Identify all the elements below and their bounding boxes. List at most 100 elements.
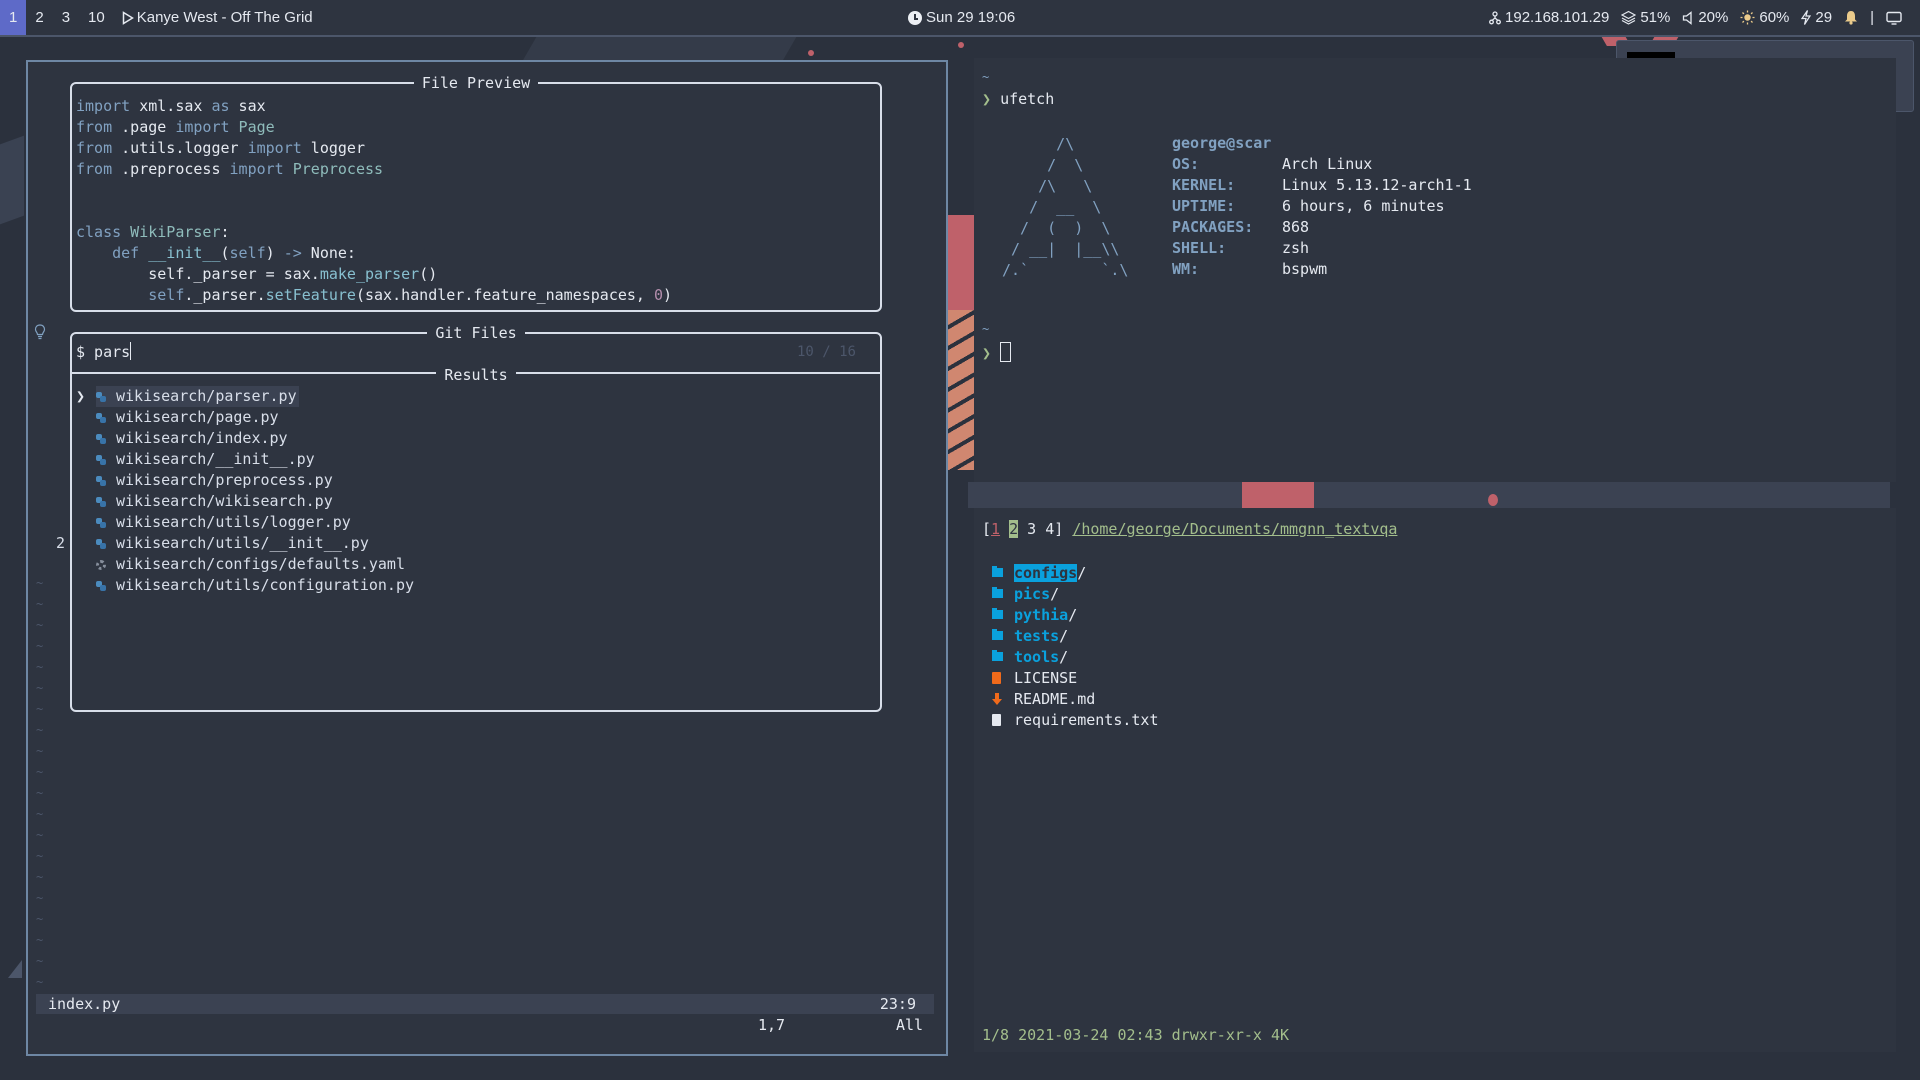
memory-status[interactable]: 51% [1621, 9, 1670, 26]
notifications-button[interactable] [1844, 10, 1858, 25]
result-item[interactable]: wikisearch/page.py [76, 407, 416, 428]
result-path: wikisearch/utils/logger.py [116, 513, 351, 531]
result-item[interactable]: wikisearch/wikisearch.py [76, 491, 416, 512]
file-entry[interactable]: tests / [992, 625, 1068, 646]
code-token: ._parser. [184, 286, 266, 304]
fetch-label: OS: [1172, 155, 1200, 173]
result-item[interactable]: wikisearch/__init__.py [76, 449, 416, 470]
file-entry[interactable]: pics / [992, 583, 1059, 604]
python-icon [96, 412, 106, 423]
git-files-picker: Git Files $ pars 10 / 16 Results ❯ wikise… [70, 324, 882, 712]
python-icon [96, 496, 106, 507]
code-token: ) [663, 286, 673, 304]
ascii-line: /\ \ [1002, 177, 1093, 195]
dir-suffix: / [1059, 647, 1069, 666]
code-token: .page [112, 118, 176, 136]
terminal-cursor [1000, 342, 1012, 362]
prompt-line[interactable]: ❯ [982, 342, 1012, 362]
picker-search-input[interactable]: $ pars [76, 342, 132, 361]
text-caret [130, 342, 132, 360]
code-token: ( [220, 244, 230, 262]
now-playing[interactable]: Kanye West - Off The Grid [122, 9, 313, 26]
file-name: README.md [1014, 689, 1096, 708]
folder-icon [992, 629, 1003, 640]
match-count: 10 / 16 [796, 344, 856, 360]
fetch-value: zsh [1282, 239, 1310, 257]
code-token: import [76, 97, 131, 115]
tab-2[interactable]: 2 [1009, 520, 1019, 538]
statusline-position: 23:9 [879, 995, 916, 1013]
clock[interactable]: Sun 29 19:06 [908, 0, 1015, 35]
workspace-10[interactable]: 10 [79, 0, 114, 35]
workspace-3[interactable]: 3 [53, 0, 79, 35]
dir-suffix: / [1050, 584, 1060, 603]
vim-window[interactable]: 2 ~ ~ ~ ~ ~ ~ ~ ~ ~ ~ ~ ~ ~ ~ ~ ~ ~ ~ ~ ~ File Preview impo… [26, 60, 948, 1056]
result-item[interactable]: wikisearch/utils/configuration.py [76, 575, 416, 596]
empty-line-tilde: ~ [36, 786, 44, 800]
prompt-chevron: ❯ [982, 90, 992, 108]
terminal-file-manager[interactable]: [1 2 3 4] /home/george/Documents/mmgnn_t… [974, 508, 1896, 1052]
cwd-tilde: ~ [982, 322, 990, 336]
file-entry[interactable]: LICENSE [992, 667, 1077, 688]
file-entry[interactable]: configs / [992, 562, 1086, 583]
workspace-2[interactable]: 2 [26, 0, 52, 35]
code-line: self._parser = sax.make_parser() [76, 264, 672, 285]
code-token: __init__ [139, 244, 221, 262]
result-content: wikisearch/parser.py [96, 386, 299, 407]
markdown-file-icon [992, 692, 1002, 705]
battery-status[interactable]: 29 [1801, 9, 1832, 26]
result-item[interactable]: wikisearch/index.py [76, 428, 416, 449]
empty-line-tilde: ~ [36, 576, 44, 590]
tab-3[interactable]: 3 [1027, 520, 1036, 538]
screen-button[interactable] [1886, 11, 1902, 25]
file-entry[interactable]: requirements.txt [992, 709, 1159, 730]
fetch-value: Linux 5.13.12-arch1-1 [1282, 176, 1472, 194]
result-item[interactable]: ❯ wikisearch/parser.py [76, 386, 416, 407]
current-path[interactable]: /home/george/Documents/mmgnn_textvqa [1072, 520, 1397, 538]
code-token: ) [265, 244, 284, 262]
result-item[interactable]: wikisearch/configs/defaults.yaml [76, 554, 416, 575]
file-name: tools [1014, 647, 1060, 666]
fetch-label: KERNEL: [1172, 176, 1236, 194]
wallpaper-dot [808, 50, 814, 56]
bell-icon [1845, 11, 1858, 25]
brightness-status[interactable]: 60% [1740, 9, 1789, 26]
volume-percent: 20% [1698, 9, 1729, 26]
python-icon [96, 538, 106, 549]
network-status[interactable]: 192.168.101.29 [1489, 9, 1609, 26]
empty-line-tilde: ~ [36, 702, 44, 716]
terminal-ufetch[interactable]: ~ ❯ ufetch /\ / \ /\ \ / __ \ / ( ) \ / … [974, 58, 1896, 482]
code-token: import [175, 118, 230, 136]
file-entry[interactable]: pythia / [992, 604, 1077, 625]
result-item[interactable]: wikisearch/preprocess.py [76, 470, 416, 491]
fetch-label: PACKAGES: [1172, 218, 1254, 236]
file-entry[interactable]: README.md [992, 688, 1095, 709]
result-path: wikisearch/utils/configuration.py [116, 576, 415, 594]
wallpaper-shape [8, 960, 22, 978]
file-entry[interactable]: tools / [992, 646, 1068, 667]
volume-status[interactable]: 20% [1682, 9, 1728, 26]
empty-line-tilde: ~ [36, 723, 44, 737]
folder-icon [992, 650, 1003, 661]
code-line: from .page import Page [76, 117, 672, 138]
tab-4[interactable]: 4 [1045, 520, 1054, 538]
ascii-line: /.` `.\ [1002, 261, 1129, 279]
code-token: self [148, 286, 185, 304]
scroll-indicator: All [896, 1016, 924, 1034]
code-token: def [112, 244, 140, 262]
result-item[interactable]: wikisearch/utils/logger.py [76, 512, 416, 533]
clock-text: Sun 29 19:06 [926, 9, 1016, 26]
lf-header: [1 2 3 4] /home/george/Documents/mmgnn_t… [982, 520, 1398, 538]
tab-1[interactable]: 1 [991, 520, 1000, 538]
result-item[interactable]: wikisearch/utils/__init__.py [76, 533, 416, 554]
wallpaper-dot [1488, 494, 1498, 506]
battery-value: 29 [1815, 9, 1833, 26]
empty-line-tilde: ~ [36, 891, 44, 905]
result-content: wikisearch/configs/defaults.yaml [96, 554, 407, 575]
empty-line-tilde: ~ [36, 660, 44, 674]
code-token: sax [229, 97, 266, 115]
workspace-1[interactable]: 1 [0, 0, 27, 35]
result-path: wikisearch/wikisearch.py [116, 492, 333, 510]
